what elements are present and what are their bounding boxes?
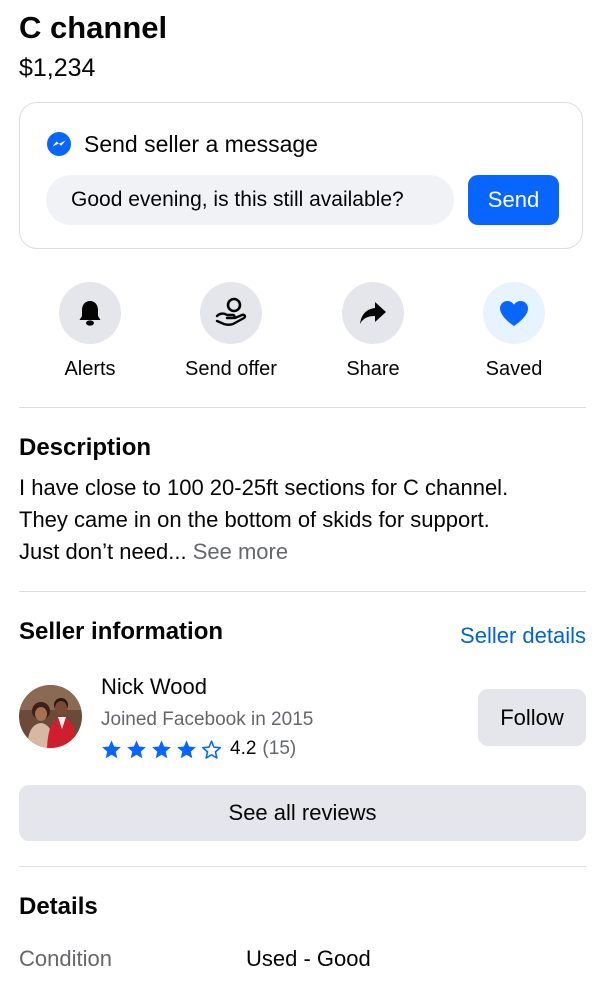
details-heading: Details (19, 893, 98, 920)
condition-value: Used - Good (246, 946, 371, 971)
share-icon (360, 302, 386, 324)
message-input[interactable]: Good evening, is this still available? (46, 175, 454, 225)
send-offer-action[interactable]: Send offer (151, 282, 311, 382)
seller-name[interactable]: Nick Wood (101, 672, 207, 702)
messenger-icon (47, 132, 71, 156)
send-offer-button[interactable] (200, 282, 262, 344)
description-heading: Description (19, 434, 152, 461)
review-count: (15) (262, 738, 297, 759)
condition-label: Condition (19, 946, 112, 971)
description-line: They came in on the bottom of skids for … (19, 507, 490, 532)
description-line: I have close to 100 20-25ft sections for… (19, 475, 509, 500)
rating-score: 4.2 (230, 738, 257, 759)
share-label: Share (346, 358, 400, 380)
seller-info-heading: Seller information (19, 618, 224, 645)
listing-price: $1,234 (19, 54, 96, 82)
description-text: I have close to 100 20-25ft sections for… (19, 472, 589, 568)
star-filled-icon (102, 739, 121, 758)
seller-photo (19, 685, 82, 748)
seller-rating: 4.2 (15) (101, 735, 296, 763)
star-filled-icon (152, 739, 171, 758)
star-outline-icon (201, 739, 222, 759)
star-filled-icon (127, 739, 146, 758)
divider (19, 591, 586, 592)
divider (19, 407, 586, 408)
message-seller-card: Send seller a message Good evening, is t… (19, 102, 583, 249)
alerts-action[interactable]: Alerts (10, 282, 170, 382)
send-button[interactable]: Send (468, 175, 559, 225)
alerts-button[interactable] (59, 282, 121, 344)
description-line-text: Just don’t need... (19, 539, 187, 564)
message-card-heading: Send seller a message (84, 131, 318, 157)
bell-icon (79, 301, 101, 326)
description-line: Just don’t need... See more (19, 536, 589, 568)
star-filled-icon (177, 739, 196, 758)
listing-title: C channel (19, 10, 168, 45)
seller-details-link[interactable]: Seller details (460, 621, 586, 651)
saved-action[interactable]: Saved (434, 282, 594, 382)
seller-joined-date: Joined Facebook in 2015 (101, 709, 314, 730)
saved-button[interactable] (483, 282, 545, 344)
seller-avatar[interactable] (19, 685, 82, 748)
send-offer-label: Send offer (185, 358, 277, 380)
follow-button[interactable]: Follow (478, 689, 586, 746)
see-all-reviews-button[interactable]: See all reviews (19, 785, 586, 841)
saved-label: Saved (485, 358, 543, 380)
message-card-header: Send seller a message (46, 129, 318, 159)
heart-icon (500, 300, 528, 326)
offer-icon (215, 297, 247, 326)
divider (19, 866, 586, 867)
share-button[interactable] (342, 282, 404, 344)
alerts-label: Alerts (64, 358, 116, 380)
see-more-link[interactable]: See more (193, 539, 288, 564)
share-action[interactable]: Share (293, 282, 453, 382)
